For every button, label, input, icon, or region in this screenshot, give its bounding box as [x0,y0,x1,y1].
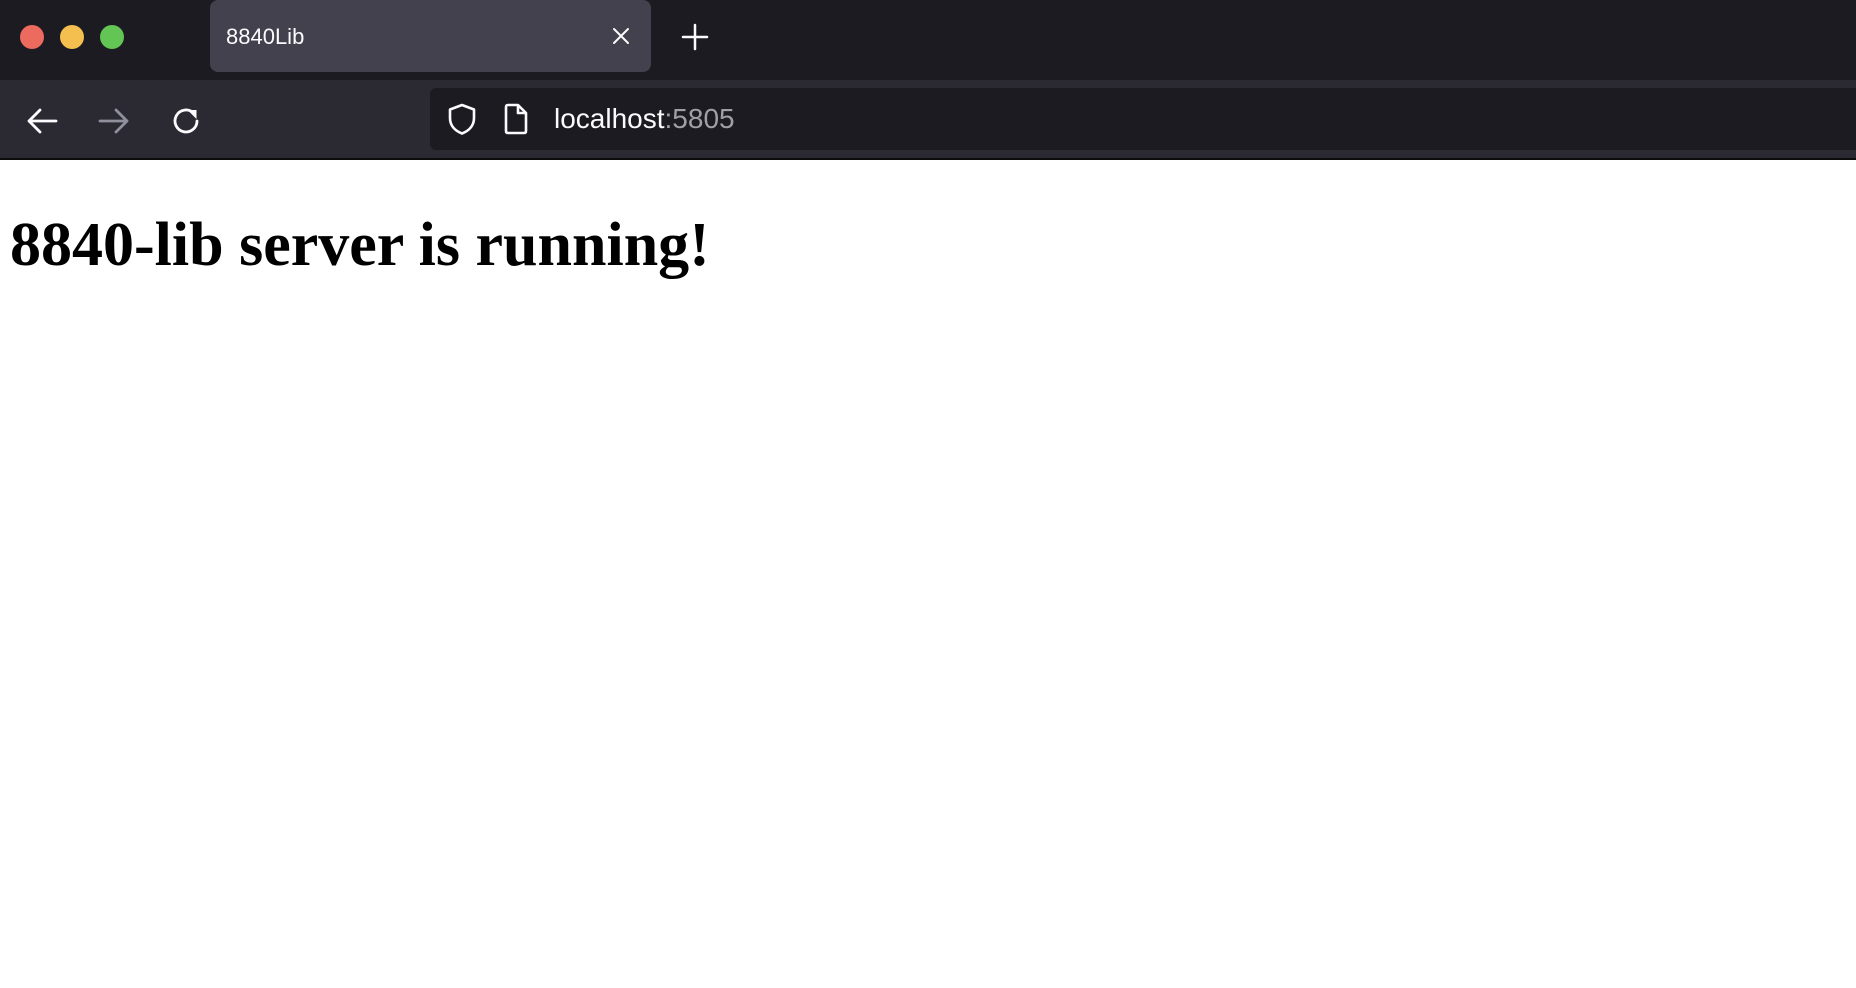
tab-strip: 8840Lib [0,0,1856,80]
navigation-toolbar: localhost:5805 [0,80,1856,160]
arrow-right-icon[interactable] [97,104,131,138]
browser-window: 8840Lib localhost:5805 8840-lib server i… [0,0,1856,988]
close-tab-icon[interactable] [609,24,633,48]
tab-active[interactable]: 8840Lib [210,0,651,72]
address-bar[interactable]: localhost:5805 [430,88,1856,150]
plus-icon[interactable] [680,22,710,52]
page-heading: 8840-lib server is running! [10,211,710,279]
url-port: :5805 [664,103,735,134]
tab-title: 8840Lib [226,24,305,49]
shield-icon[interactable] [446,102,478,136]
reload-icon[interactable] [169,104,203,138]
window-minimize-button[interactable] [60,25,84,49]
arrow-left-icon[interactable] [25,104,59,138]
window-close-button[interactable] [20,25,44,49]
url-text[interactable]: localhost:5805 [554,104,735,134]
page-content: 8840-lib server is running! [0,160,1856,988]
document-icon[interactable] [502,103,530,135]
url-host: localhost [554,103,665,134]
window-maximize-button[interactable] [100,25,124,49]
